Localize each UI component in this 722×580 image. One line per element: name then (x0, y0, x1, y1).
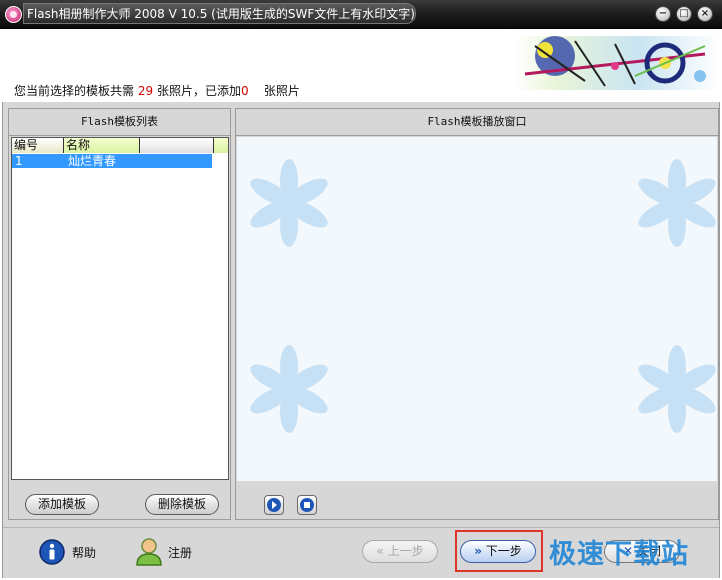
double-right-icon: » (474, 544, 482, 558)
help-label[interactable]: 帮助 (72, 544, 96, 561)
column-header-name[interactable]: 名称 (64, 138, 140, 153)
user-icon (136, 538, 162, 566)
template-player-title: Flash模板播放窗口 (236, 109, 718, 136)
register-button[interactable] (135, 536, 163, 566)
next-step-label: 下一步 (485, 544, 522, 558)
column-header-id[interactable]: 编号 (12, 138, 64, 153)
info-mid: 张照片，已添加 (156, 84, 241, 98)
add-template-button[interactable]: 添加模板 (25, 494, 99, 515)
needed-count: 29 (137, 84, 154, 98)
flash-preview-stage[interactable] (237, 137, 717, 481)
maximize-button[interactable]: □ (676, 6, 692, 22)
column-header-filler (214, 138, 228, 153)
watermark-logo: 极速下载站 (549, 539, 689, 570)
window-title: Flash相册制作大师 2008 V 10.5 (试用版生成的SWF文件上有水印… (27, 7, 415, 21)
next-step-button[interactable]: » 下一步 (460, 540, 536, 563)
template-row-name: 灿烂青春 (68, 154, 117, 168)
close-window-button[interactable]: × (697, 6, 713, 22)
added-count: 0 (240, 84, 249, 98)
info-prefix: 您当前选择的模板共需 (14, 84, 135, 98)
prev-step-button[interactable]: « 上一步 (362, 540, 438, 563)
photo-count-info: 您当前选择的模板共需 29 张照片，已添加0 张照片 (14, 82, 300, 99)
info-icon (39, 539, 65, 565)
play-icon (267, 498, 281, 512)
play-button[interactable] (264, 495, 284, 515)
app-icon (5, 6, 22, 23)
template-list[interactable]: 编号 名称 1 灿烂青春 (11, 137, 229, 480)
title-bar[interactable]: Flash相册制作大师 2008 V 10.5 (试用版生成的SWF文件上有水印… (0, 0, 722, 29)
stop-button[interactable] (297, 495, 317, 515)
help-button[interactable] (38, 538, 66, 566)
banner-image (515, 36, 720, 90)
info-suffix: 张照片 (263, 84, 300, 98)
template-list-title: Flash模板列表 (9, 109, 230, 136)
double-left-icon: « (376, 544, 384, 558)
stop-icon (300, 498, 314, 512)
template-row-id: 1 (15, 154, 23, 168)
minimize-button[interactable]: − (655, 6, 671, 22)
prev-step-label: 上一步 (387, 544, 424, 558)
column-header-empty[interactable] (140, 138, 214, 153)
template-row[interactable]: 1 灿烂青春 (12, 154, 212, 168)
flower-decoration (246, 159, 717, 433)
register-label[interactable]: 注册 (168, 544, 192, 561)
delete-template-button[interactable]: 删除模板 (145, 494, 219, 515)
